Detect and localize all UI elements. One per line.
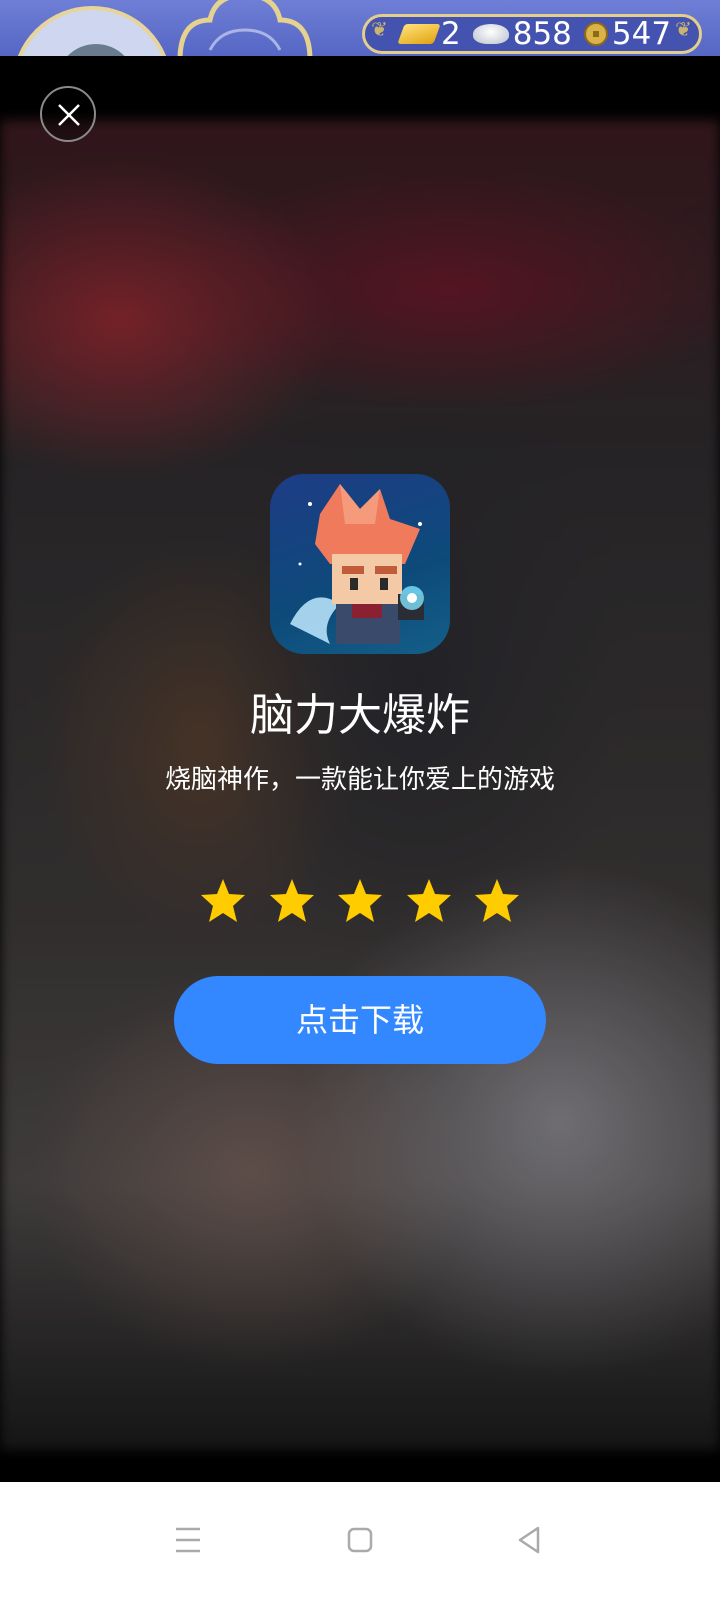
app-description: 烧脑神作，一款能让你爱上的游戏 (164, 765, 555, 795)
bamboo-right-icon: ❦ (675, 17, 692, 41)
system-nav-bar (0, 1482, 720, 1600)
game-header: ❦ 2 858 547 ❦ (0, 0, 720, 56)
copper-coin-icon (583, 22, 608, 46)
menu-button[interactable] (158, 1512, 218, 1568)
back-button[interactable] (500, 1512, 560, 1568)
star-icon (201, 879, 245, 922)
gold-bar-icon (397, 24, 441, 44)
download-button[interactable]: 点击下载 (174, 976, 546, 1064)
close-button[interactable] (40, 86, 96, 142)
app-icon[interactable] (270, 474, 450, 654)
star-rating (198, 876, 522, 926)
cloud-ornament-icon (177, 0, 313, 56)
gold-count: 2 (441, 16, 461, 52)
bamboo-left-icon: ❦ (371, 17, 388, 41)
menu-icon (176, 1527, 200, 1553)
home-icon (347, 1527, 373, 1553)
star-icon (406, 879, 451, 922)
coin-count: 547 (611, 16, 672, 52)
close-icon (58, 104, 80, 126)
app-title: 脑力大爆炸 (250, 690, 470, 741)
ad-overlay: 脑力大爆炸 烧脑神作，一款能让你爱上的游戏 点击下载 (0, 56, 720, 1482)
avatar[interactable] (12, 6, 172, 56)
home-button[interactable] (330, 1512, 390, 1568)
game-character-icon (290, 484, 424, 644)
star-icon (269, 879, 314, 922)
star-icon (338, 879, 382, 922)
avatar-image (56, 44, 136, 56)
currency-bar: ❦ 2 858 547 ❦ (362, 14, 702, 54)
back-icon (518, 1526, 540, 1554)
silver-count: 858 (512, 16, 572, 52)
star-icon (475, 879, 519, 922)
silver-ingot-icon (472, 24, 509, 44)
